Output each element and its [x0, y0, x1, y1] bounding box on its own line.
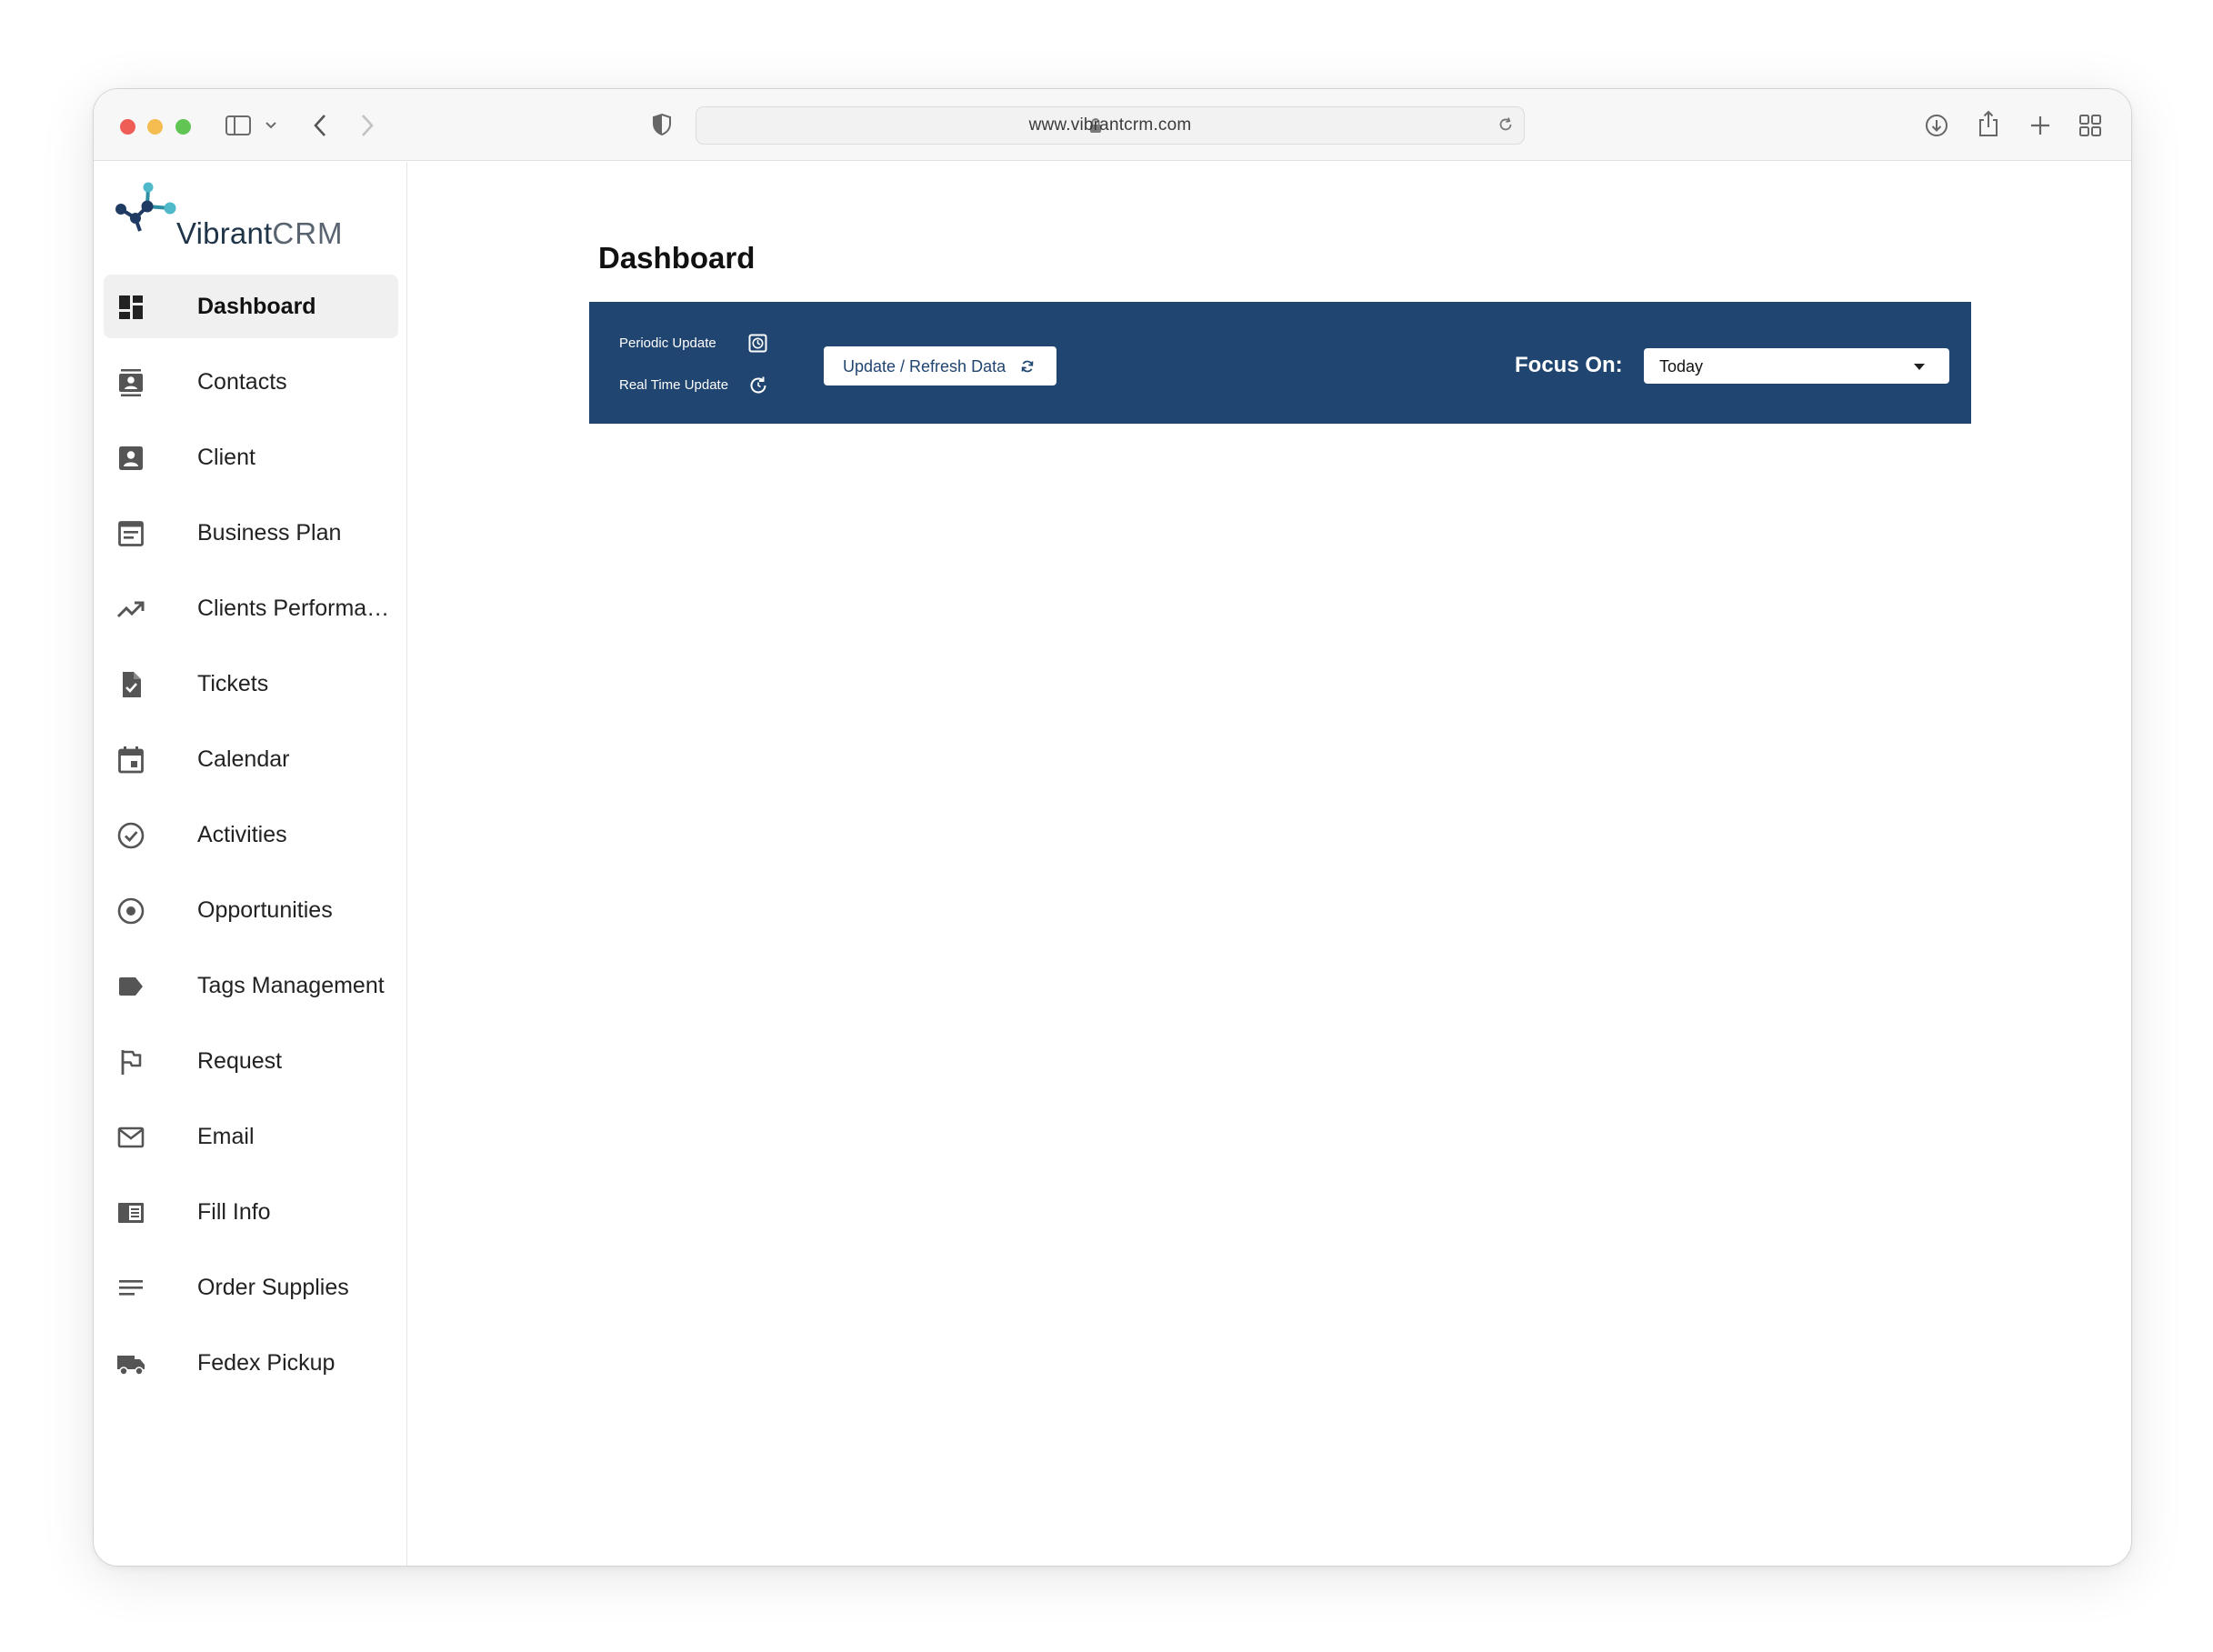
sidebar-item-business-plan[interactable]: Business Plan — [104, 501, 398, 565]
download-icon[interactable] — [1924, 113, 1949, 138]
sidebar-item-label: Opportunities — [197, 897, 333, 923]
truck-icon — [117, 1356, 145, 1376]
sidebar-item-label: Activities — [197, 822, 287, 847]
sidebar-item-clients-performance[interactable]: Clients Performance — [104, 576, 398, 640]
sidebar-item-dashboard[interactable]: Dashboard — [104, 275, 398, 338]
refresh-button-label: Update / Refresh Data — [843, 357, 1006, 375]
real-time-update-label: Real Time Update — [619, 377, 729, 393]
list-lines-icon — [119, 1280, 143, 1296]
close-window-button[interactable] — [120, 119, 135, 135]
forward-icon[interactable] — [359, 113, 376, 138]
browser-window: www.vibrantcrm.com VibrantCRM Dashboard … — [93, 88, 2132, 1567]
sidebar-item-fedex-pickup[interactable]: Fedex Pickup — [104, 1331, 398, 1395]
back-icon[interactable] — [312, 113, 328, 138]
focus-on-label: Focus On: — [1515, 353, 1623, 377]
radio-target-icon — [117, 897, 145, 925]
sidebar-item-label: Order Supplies — [197, 1275, 349, 1300]
check-circle-icon — [117, 822, 145, 849]
trending-up-icon — [116, 601, 145, 618]
new-tab-icon[interactable] — [2028, 114, 2052, 137]
sidebar-item-label: Fedex Pickup — [197, 1350, 335, 1376]
sidebar-item-tags-management[interactable]: Tags Management — [104, 954, 398, 1017]
reload-icon[interactable] — [1497, 115, 1515, 134]
shield-icon[interactable] — [652, 113, 672, 136]
contacts-icon — [119, 369, 143, 396]
sidebar-item-label: Fill Info — [197, 1199, 271, 1225]
logo-text: VibrantCRM — [176, 216, 344, 250]
browser-toolbar: www.vibrantcrm.com — [94, 89, 2131, 161]
logo[interactable]: VibrantCRM — [114, 178, 343, 251]
sidebar-item-label: Client — [197, 445, 255, 470]
dashboard-control-bar: Periodic Update Real Time Update Update … — [589, 302, 1971, 424]
real-time-update-icon[interactable] — [748, 375, 768, 395]
maximize-window-button[interactable] — [175, 119, 191, 135]
page-title: Dashboard — [598, 241, 756, 275]
update-refresh-data-button[interactable]: Update / Refresh Data — [824, 346, 1056, 385]
periodic-update-icon[interactable] — [748, 334, 767, 353]
sidebar-item-label: Business Plan — [197, 520, 342, 546]
refresh-icon — [1021, 360, 1034, 373]
sidebar-item-fill-info[interactable]: Fill Info — [104, 1180, 398, 1244]
address-bar[interactable]: www.vibrantcrm.com — [696, 106, 1525, 145]
fill-info-icon — [118, 1203, 144, 1223]
ticket-icon — [123, 672, 141, 697]
sidebar-item-client[interactable]: Client — [104, 426, 398, 489]
sidebar-item-email[interactable]: Email — [104, 1105, 398, 1168]
chevron-down-icon[interactable] — [265, 121, 277, 130]
dashboard-icon — [119, 295, 143, 319]
sidebar-item-label: Tickets — [197, 671, 269, 696]
sidebar-item-activities[interactable]: Activities — [104, 803, 398, 866]
url-text: www.vibrantcrm.com — [1028, 115, 1192, 135]
tab-overview-icon[interactable] — [2078, 114, 2102, 137]
sidebar-item-tickets[interactable]: Tickets — [104, 652, 398, 716]
share-icon[interactable] — [1977, 109, 2000, 138]
sidebar-toggle-icon[interactable] — [225, 115, 252, 136]
sidebar-item-label: Tags Management — [197, 973, 385, 998]
tag-icon — [119, 977, 143, 996]
business-plan-icon — [118, 521, 144, 546]
sidebar-item-label: Request — [197, 1048, 283, 1074]
client-icon — [119, 446, 143, 470]
focus-on-select[interactable]: Today — [1644, 348, 1949, 384]
calendar-icon — [118, 746, 144, 774]
sidebar-item-order-supplies[interactable]: Order Supplies — [104, 1256, 398, 1319]
sidebar-item-contacts[interactable]: Contacts — [104, 350, 398, 414]
focus-on-value: Today — [1659, 357, 1704, 375]
sidebar-item-opportunities[interactable]: Opportunities — [104, 878, 398, 942]
sidebar-item-request[interactable]: Request — [104, 1029, 398, 1093]
sidebar-item-calendar[interactable]: Calendar — [104, 727, 398, 791]
mail-icon — [117, 1126, 145, 1148]
minimize-window-button[interactable] — [147, 119, 163, 135]
caret-down-icon — [1914, 364, 1925, 370]
sidebar-item-label: Email — [197, 1124, 255, 1149]
periodic-update-label: Periodic Update — [619, 335, 716, 351]
flag-icon — [121, 1050, 142, 1075]
sidebar-item-label: Contacts — [197, 369, 287, 395]
sidebar-item-label: Dashboard — [197, 294, 316, 319]
sidebar-item-label: Clients Performance — [197, 596, 394, 621]
sidebar: VibrantCRM Dashboard Contacts Client Bus… — [94, 162, 407, 1566]
sidebar-item-label: Calendar — [197, 746, 290, 772]
